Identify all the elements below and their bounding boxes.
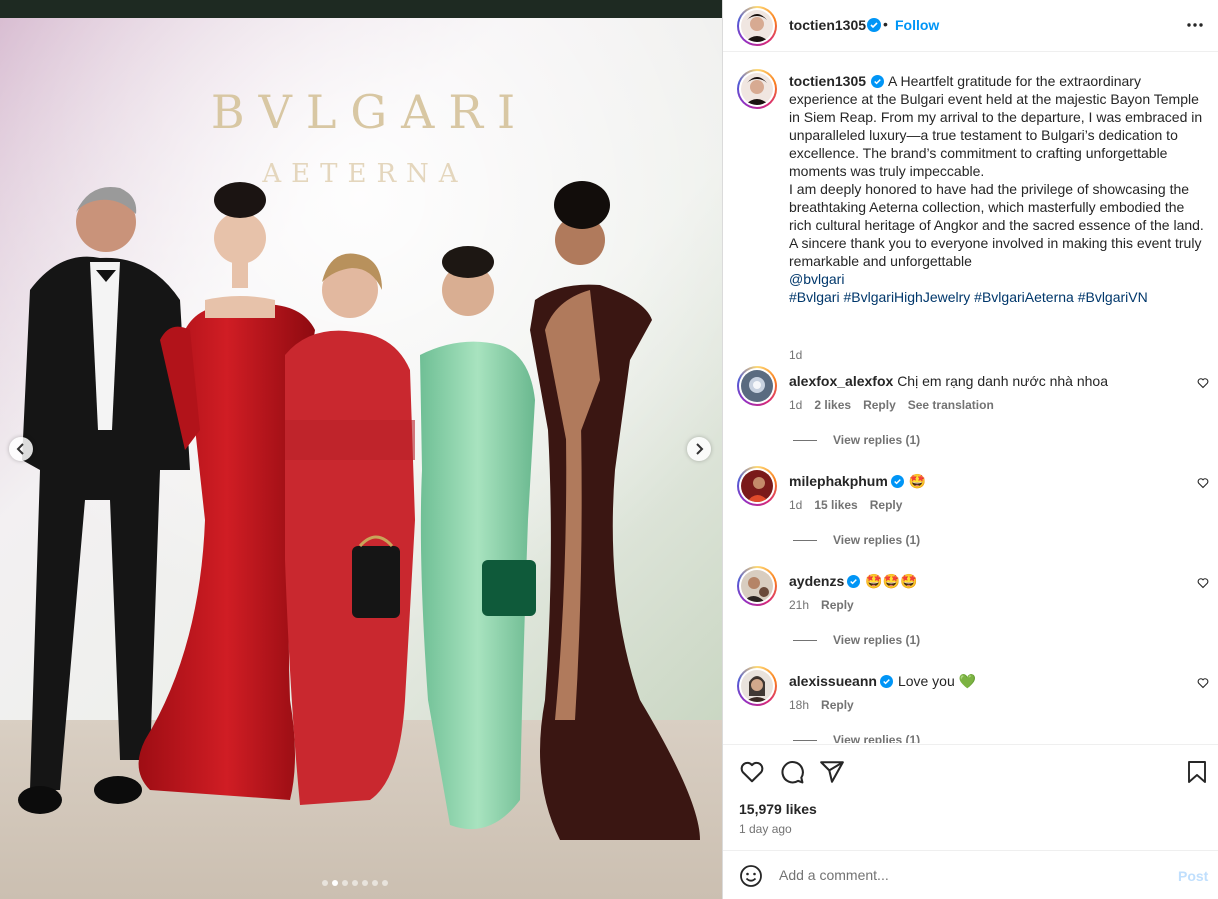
add-comment-bar: Post <box>723 850 1218 899</box>
likes-count[interactable]: 15,979 likes <box>739 801 817 817</box>
comments-scroll-area[interactable]: toctien1305 A Heartfelt gratitude for the… <box>723 53 1218 743</box>
more-options-icon[interactable] <box>1185 15 1205 35</box>
comment-text: Love you 💚 <box>897 673 977 689</box>
caption-paragraph-2: I am deeply honored to have had the priv… <box>789 181 1204 233</box>
comment-time: 1d <box>789 498 803 512</box>
backdrop-brand-text: BVLGARI <box>211 85 529 139</box>
comment-reply-button[interactable]: Reply <box>821 698 854 712</box>
comment-username[interactable]: alexfox_alexfox <box>789 373 893 389</box>
view-replies-button[interactable]: View replies (1) <box>793 633 920 647</box>
comment-time: 18h <box>789 698 810 712</box>
backdrop-collection-text: AETERNA <box>261 159 467 189</box>
comment-username[interactable]: aydenzs <box>789 573 844 589</box>
comment-reply-button[interactable]: Reply <box>870 498 903 512</box>
author-username[interactable]: toctien1305 <box>789 17 866 33</box>
comment-text: 🤩 <box>908 473 927 489</box>
caption-hashtags[interactable]: #Bvlgari #BvlgariHighJewelry #BvlgariAet… <box>789 289 1148 305</box>
comment-bubble-icon[interactable] <box>779 759 805 785</box>
comment-meta: 18h Reply <box>789 698 854 712</box>
comment-time: 1d <box>789 398 803 412</box>
chevron-left-icon <box>16 443 24 455</box>
comment-text: Chị em rạng danh nước nhà nhoa <box>897 373 1108 389</box>
see-translation-link[interactable]: See translation <box>908 398 994 412</box>
event-photo: BVLGARI AETERNA <box>0 0 722 899</box>
view-replies-label: View replies (1) <box>833 533 921 547</box>
carousel-dot <box>322 880 328 886</box>
comment-reply-button[interactable]: Reply <box>821 598 854 612</box>
verified-badge-icon <box>871 75 885 88</box>
view-replies-button[interactable]: View replies (1) <box>793 733 920 743</box>
comment-like-icon[interactable] <box>1197 477 1209 489</box>
comment-time: 21h <box>789 598 810 612</box>
carousel-dot <box>382 880 388 886</box>
share-send-icon[interactable] <box>819 759 845 785</box>
comment-item: alexfox_alexfox Chị em rạng danh nước nh… <box>737 366 1209 456</box>
post-side-panel: toctien1305 • Follow toctien1305 A Heartf… <box>722 0 1218 899</box>
view-replies-label: View replies (1) <box>833 433 921 447</box>
emoji-picker-icon[interactable] <box>739 864 763 888</box>
verified-badge-icon <box>867 18 881 32</box>
comment-meta: 21h Reply <box>789 598 854 612</box>
post-actions: 15,979 likes 1 day ago <box>723 744 1218 844</box>
caption-text: toctien1305 A Heartfelt gratitude for the… <box>789 72 1207 306</box>
caption-timestamp: 1d <box>789 348 803 362</box>
view-replies-label: View replies (1) <box>833 633 921 647</box>
comment-meta: 1d 2 likes Reply See translation <box>789 398 994 412</box>
follow-button[interactable]: Follow <box>895 17 939 33</box>
commenter-avatar[interactable] <box>737 466 777 506</box>
view-replies-label: View replies (1) <box>833 733 921 743</box>
view-replies-button[interactable]: View replies (1) <box>793 533 920 547</box>
verified-badge-icon <box>890 475 904 488</box>
comment-item: milephakphum 🤩 1d 15 likes Reply View rep… <box>737 466 1209 556</box>
verified-badge-icon <box>879 675 893 688</box>
comment-input[interactable] <box>779 863 1159 887</box>
comment-likes[interactable]: 15 likes <box>814 498 857 512</box>
verified-badge-icon <box>847 575 861 588</box>
post-header: toctien1305 • Follow <box>723 0 1218 52</box>
carousel-dot <box>342 880 348 886</box>
comment-like-icon[interactable] <box>1197 677 1209 689</box>
post-timestamp: 1 day ago <box>739 822 792 836</box>
view-replies-button[interactable]: View replies (1) <box>793 433 920 447</box>
comment-meta: 1d 15 likes Reply <box>789 498 902 512</box>
comment-text-line: alexfox_alexfox Chị em rạng danh nước nh… <box>789 372 1108 390</box>
carousel-indicator <box>322 880 388 886</box>
comment-username[interactable]: alexissueann <box>789 673 877 689</box>
comment-text-line: alexissueann Love you 💚 <box>789 672 976 690</box>
carousel-dot <box>332 880 338 886</box>
comment-text: 🤩🤩🤩 <box>865 573 918 589</box>
caption-paragraph-3: A sincere thank you to everyone involved… <box>789 235 1202 269</box>
carousel-next-button[interactable] <box>687 437 711 461</box>
commenter-avatar[interactable] <box>737 666 777 706</box>
carousel-dot <box>372 880 378 886</box>
comment-item: alexissueann Love you 💚 18h Reply View re… <box>737 666 1209 743</box>
commenter-avatar[interactable] <box>737 566 777 606</box>
header-separator: • <box>883 16 888 32</box>
caption-username[interactable]: toctien1305 <box>789 73 866 89</box>
bookmark-save-icon[interactable] <box>1185 759 1209 785</box>
commenter-avatar[interactable] <box>737 366 777 406</box>
comment-reply-button[interactable]: Reply <box>863 398 896 412</box>
comment-like-icon[interactable] <box>1197 377 1209 389</box>
comment-text-line: milephakphum 🤩 <box>789 472 926 490</box>
comment-text-line: aydenzs 🤩🤩🤩 <box>789 572 918 590</box>
comment-like-icon[interactable] <box>1197 577 1209 589</box>
carousel-prev-button[interactable] <box>9 437 33 461</box>
author-avatar[interactable] <box>737 6 777 46</box>
caption-author-avatar[interactable] <box>737 69 777 109</box>
post-media[interactable]: BVLGARI AETERNA <box>0 0 722 899</box>
carousel-dot <box>362 880 368 886</box>
comment-likes[interactable]: 2 likes <box>814 398 851 412</box>
chevron-right-icon <box>696 443 704 455</box>
comment-username[interactable]: milephakphum <box>789 473 888 489</box>
caption-mention-link[interactable]: @bvlgari <box>789 271 844 287</box>
like-heart-icon[interactable] <box>739 759 765 785</box>
post-comment-button[interactable]: Post <box>1178 868 1208 884</box>
comment-item: aydenzs 🤩🤩🤩 21h Reply View replies (1) <box>737 566 1209 656</box>
carousel-dot <box>352 880 358 886</box>
